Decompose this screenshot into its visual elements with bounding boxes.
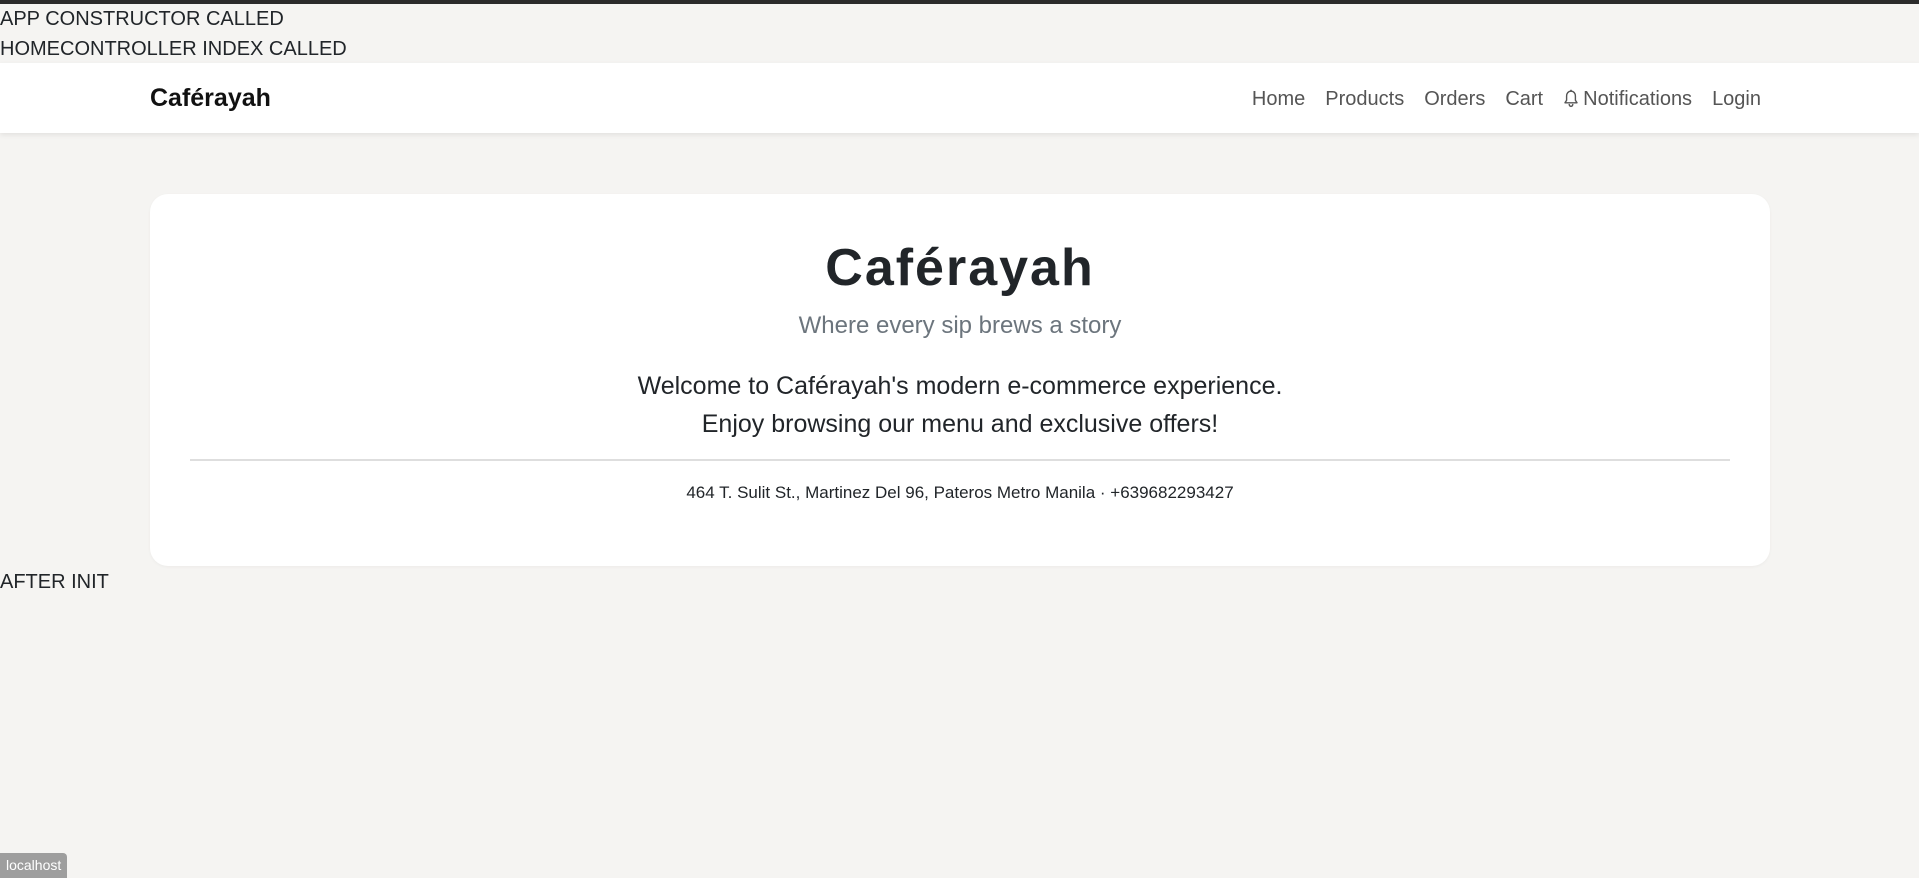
window-top-border [0, 0, 1919, 4]
hero-title: Caférayah [825, 239, 1095, 297]
nav-link-notifications[interactable]: Notifications [1553, 87, 1702, 111]
card-divider [190, 459, 1730, 461]
debug-output-line: AFTER INIT [0, 571, 109, 593]
brand-link[interactable]: Caférayah [150, 84, 271, 112]
store-address-contact: 464 T. Sulit St., Martinez Del 96, Pater… [686, 483, 1234, 502]
nav-link-login[interactable]: Login [1702, 87, 1761, 111]
welcome-message: Welcome to Caférayah's modern e-commerce… [150, 367, 1770, 443]
welcome-line: Welcome to Caférayah's modern e-commerce… [637, 372, 1283, 400]
nav-links: Home Products Orders Cart Notifications … [1242, 87, 1761, 111]
bell-icon [1564, 89, 1578, 108]
nav-link-products[interactable]: Products [1315, 87, 1414, 111]
top-navbar: Caférayah Home Products Orders Cart Noti… [0, 63, 1919, 133]
nav-link-notifications-label: Notifications [1583, 88, 1693, 110]
hero-card: Caférayah Where every sip brews a story … [150, 194, 1770, 566]
nav-link-cart[interactable]: Cart [1495, 87, 1553, 111]
nav-link-home[interactable]: Home [1242, 87, 1315, 111]
browser-status-url: localhost [0, 853, 68, 878]
nav-link-orders[interactable]: Orders [1414, 87, 1495, 111]
debug-output-line: APP CONSTRUCTOR CALLED [0, 8, 284, 30]
hero-tagline: Where every sip brews a story [798, 312, 1122, 339]
debug-output-line: HOMECONTROLLER INDEX CALLED [0, 38, 347, 60]
welcome-line: Enjoy browsing our menu and exclusive of… [701, 410, 1219, 438]
